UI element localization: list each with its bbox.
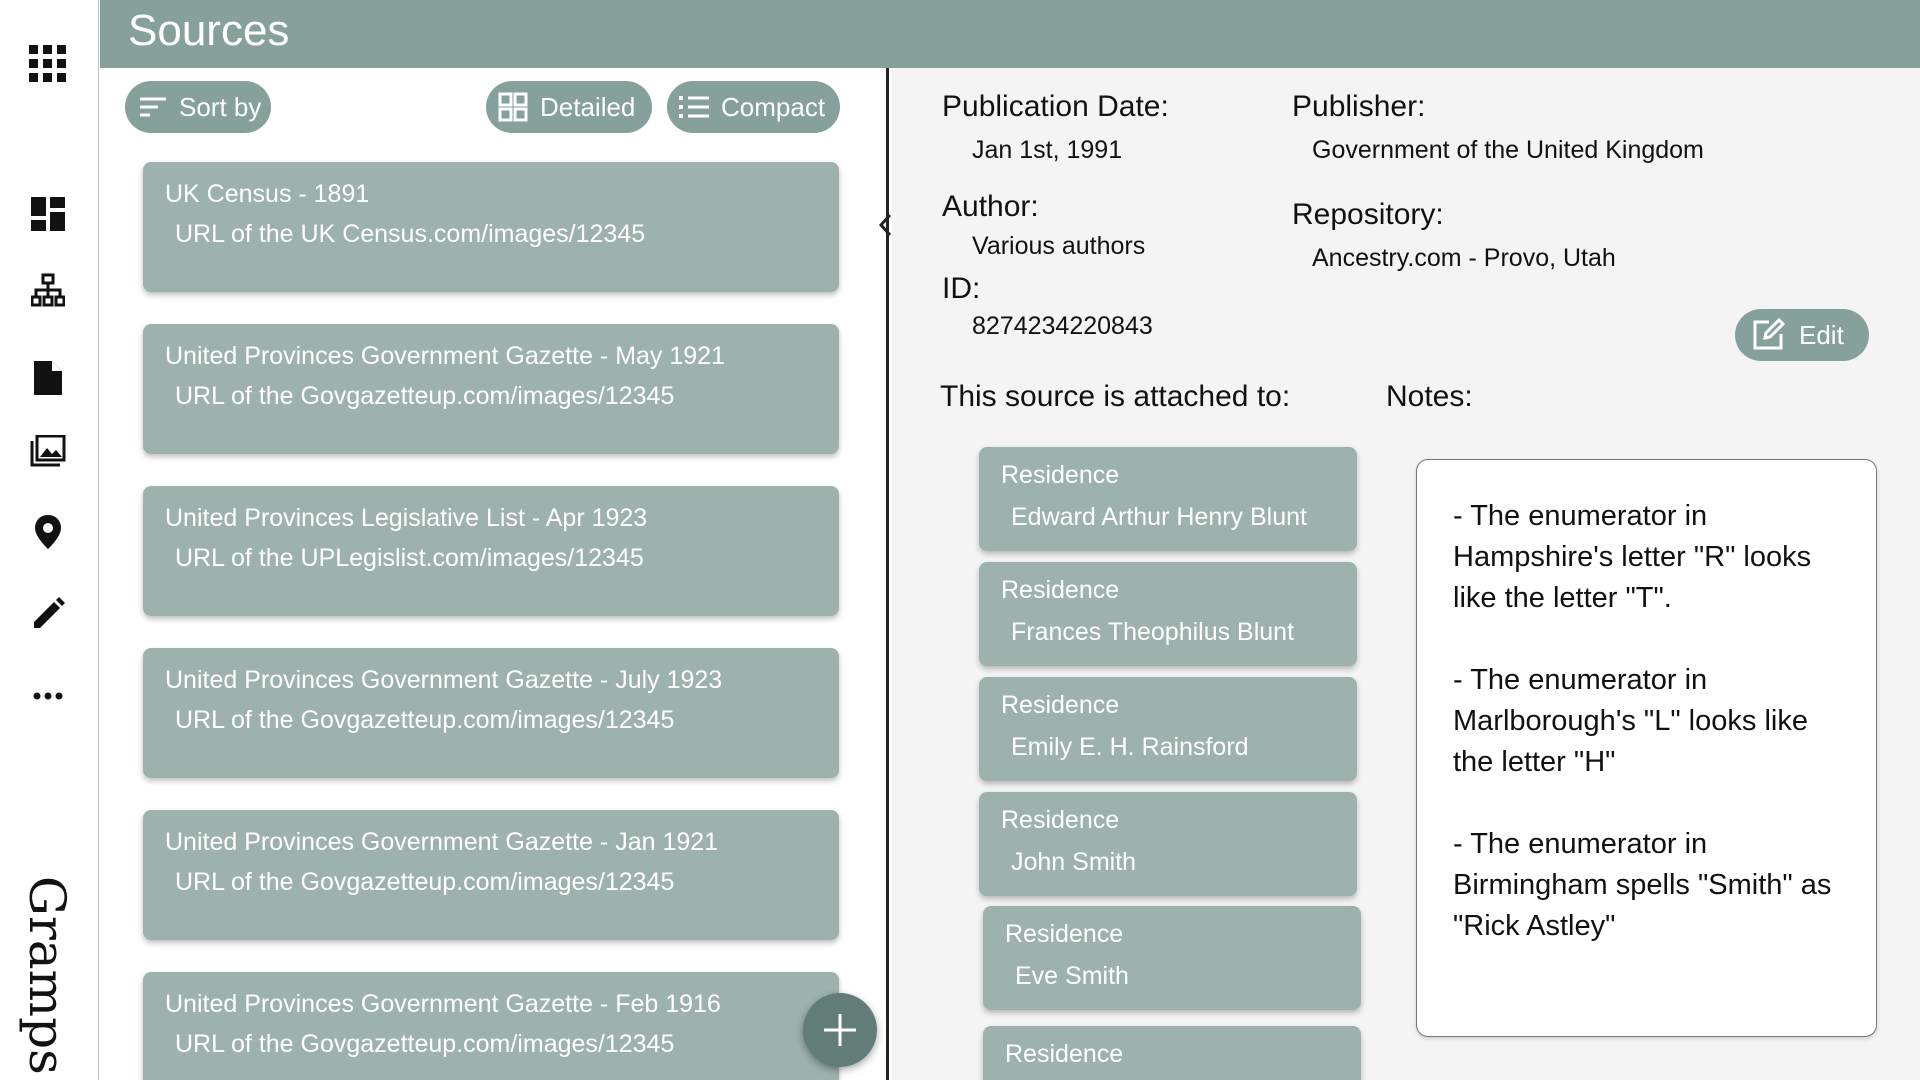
dashboard-icon[interactable]	[28, 194, 68, 234]
sort-by-label: Sort by	[179, 91, 262, 122]
repository-label: Repository:	[1292, 198, 1444, 231]
publisher-value: Government of the United Kingdom	[1312, 136, 1704, 164]
source-detail-panel: Publication Date: Jan 1st, 1991 Publishe…	[892, 68, 1920, 1080]
id-value: 8274234220843	[972, 312, 1153, 340]
id-label: ID:	[942, 272, 981, 305]
location-pin-icon[interactable]	[28, 512, 68, 552]
grid-view-icon	[498, 92, 528, 122]
source-url: URL of the Govgazetteup.com/images/12345	[175, 868, 675, 896]
publication-date-label: Publication Date:	[942, 90, 1169, 123]
sources-list-panel: Sort by Detailed Compact UK Census - 189…	[100, 68, 889, 1080]
note-text: - The enumerator in Hampshire's letter "…	[1453, 500, 1812, 614]
edit-label: Edit	[1799, 319, 1844, 350]
publication-date-value: Jan 1st, 1991	[972, 136, 1123, 164]
source-url: URL of the Govgazetteup.com/images/12345	[175, 1030, 675, 1058]
attached-event-card[interactable]: Residence	[983, 1026, 1361, 1080]
page-header: Sources	[100, 0, 1920, 68]
publisher-label: Publisher:	[1292, 90, 1426, 123]
source-url: URL of the Govgazetteup.com/images/12345	[175, 706, 675, 734]
person-name: Eve Smith	[1015, 962, 1129, 990]
author-label: Author:	[942, 190, 1039, 223]
edit-icon	[1753, 318, 1785, 350]
attached-event-card[interactable]: Residence John Smith	[979, 792, 1357, 896]
source-title: United Provinces Government Gazette - Ju…	[165, 666, 723, 694]
add-source-button[interactable]	[803, 993, 877, 1067]
source-card[interactable]: United Provinces Government Gazette - Fe…	[143, 972, 839, 1080]
source-title: United Provinces Government Gazette - Fe…	[165, 990, 721, 1018]
source-url: URL of the Govgazetteup.com/images/12345	[175, 382, 675, 410]
source-card[interactable]: United Provinces Government Gazette - Ja…	[143, 810, 839, 940]
detailed-label: Detailed	[540, 91, 636, 122]
collapse-chevron-icon[interactable]	[879, 214, 891, 236]
attached-event-card[interactable]: Residence Eve Smith	[983, 906, 1361, 1010]
event-type: Residence	[1005, 920, 1124, 948]
event-type: Residence	[1001, 576, 1120, 604]
event-type: Residence	[1001, 461, 1120, 489]
list-view-icon	[679, 96, 709, 118]
person-name: Edward Arthur Henry Blunt	[1011, 503, 1307, 531]
nav-rail: Gramps	[0, 0, 99, 1080]
source-card[interactable]: United Provinces Government Gazette - Ma…	[143, 324, 839, 454]
tree-icon[interactable]	[28, 270, 68, 310]
source-url: URL of the UPLegislist.com/images/12345	[175, 544, 644, 572]
notes-label: Notes:	[1386, 380, 1473, 413]
source-url: URL of the UK Census.com/images/12345	[175, 220, 646, 248]
photo-library-icon[interactable]	[28, 431, 68, 471]
apps-grid-icon[interactable]	[28, 44, 68, 84]
event-type: Residence	[1001, 806, 1120, 834]
event-type: Residence	[1001, 691, 1120, 719]
source-card[interactable]: United Provinces Legislative List - Apr …	[143, 486, 839, 616]
more-horizontal-icon[interactable]	[28, 676, 68, 716]
source-title: UK Census - 1891	[165, 180, 370, 208]
source-title: United Provinces Legislative List - Apr …	[165, 504, 648, 532]
attached-event-card[interactable]: Residence Emily E. H. Rainsford	[979, 677, 1357, 781]
note-text: - The enumerator in Birmingham spells "S…	[1453, 828, 1832, 942]
compact-view-button[interactable]: Compact	[667, 81, 840, 133]
attached-event-card[interactable]: Residence Edward Arthur Henry Blunt	[979, 447, 1357, 551]
repository-value: Ancestry.com - Provo, Utah	[1312, 244, 1616, 272]
edit-button[interactable]: Edit	[1735, 309, 1869, 361]
source-title: United Provinces Government Gazette - Ma…	[165, 342, 725, 370]
file-icon[interactable]	[28, 358, 68, 398]
person-name: Frances Theophilus Blunt	[1011, 618, 1295, 646]
note-text: - The enumerator in Marlborough's "L" lo…	[1453, 664, 1808, 778]
sort-by-button[interactable]: Sort by	[125, 81, 271, 133]
event-type: Residence	[1005, 1040, 1124, 1068]
attached-to-label: This source is attached to:	[940, 380, 1291, 413]
plus-icon	[824, 1014, 856, 1046]
author-value: Various authors	[972, 232, 1146, 260]
source-card[interactable]: UK Census - 1891 URL of the UK Census.co…	[143, 162, 839, 292]
source-title: United Provinces Government Gazette - Ja…	[165, 828, 719, 856]
pencil-icon[interactable]	[28, 594, 68, 634]
notes-box[interactable]: - The enumerator in Hampshire's letter "…	[1416, 459, 1877, 1037]
gramps-logo: Gramps	[18, 876, 76, 1075]
person-name: Emily E. H. Rainsford	[1011, 733, 1249, 761]
source-card[interactable]: United Provinces Government Gazette - Ju…	[143, 648, 839, 778]
compact-label: Compact	[721, 91, 826, 122]
person-name: John Smith	[1011, 848, 1137, 876]
sort-icon	[140, 97, 166, 117]
page-title: Sources	[128, 6, 290, 55]
attached-event-card[interactable]: Residence Frances Theophilus Blunt	[979, 562, 1357, 666]
detailed-view-button[interactable]: Detailed	[486, 81, 652, 133]
